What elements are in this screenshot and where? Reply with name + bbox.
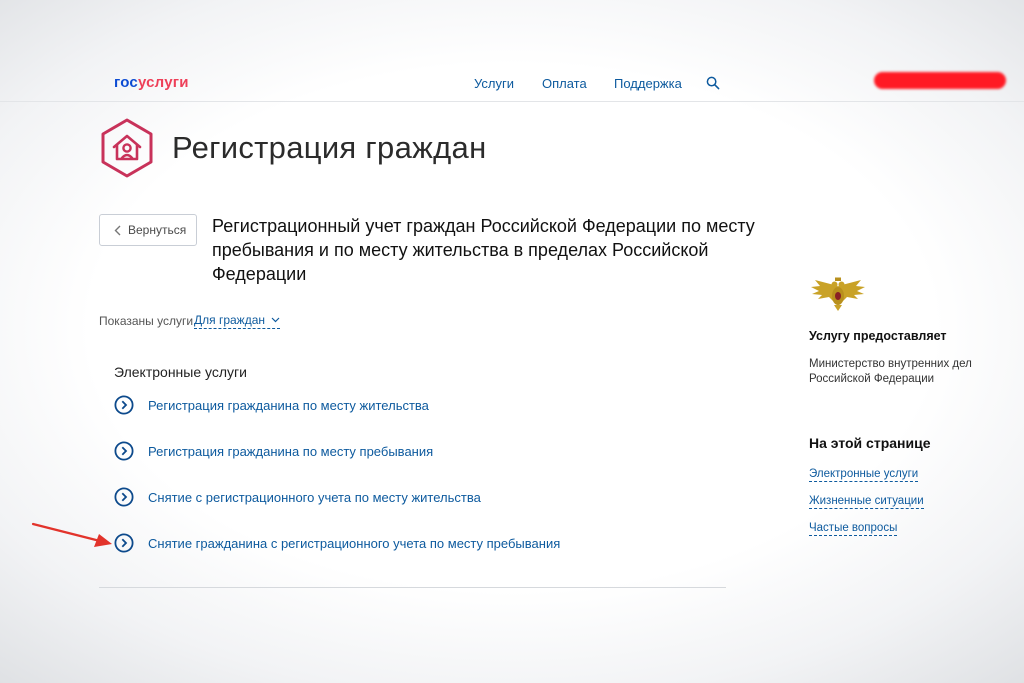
filter-value: Для граждан xyxy=(194,313,266,327)
nav-payment[interactable]: Оплата xyxy=(542,76,587,91)
onpage-link-faq[interactable]: Частые вопросы xyxy=(809,522,898,536)
back-button-label: Вернуться xyxy=(128,223,187,237)
service-link-4[interactable]: Снятие гражданина с регистрационного уче… xyxy=(114,533,560,553)
chevron-left-icon xyxy=(114,225,121,235)
electronic-services-heading: Электронные услуги xyxy=(114,364,247,380)
house-person-icon xyxy=(101,118,153,178)
service-link-label: Регистрация гражданина по месту пребыван… xyxy=(148,443,434,459)
logo-part-uslugi: услуги xyxy=(137,74,189,91)
filter-label: Показаны услуги xyxy=(99,314,194,328)
onpage-link-electronic-services[interactable]: Электронные услуги xyxy=(809,468,919,482)
service-link-label: Снятие гражданина с регистрационного уче… xyxy=(148,535,561,551)
on-this-page-heading: На этой странице xyxy=(809,435,931,451)
circle-arrow-icon xyxy=(114,395,134,415)
back-button[interactable]: Вернуться xyxy=(99,214,197,246)
provider-heading: Услугу предоставляет xyxy=(809,329,947,343)
service-link-label: Регистрация гражданина по месту жительст… xyxy=(148,397,429,413)
onpage-link-life-situations[interactable]: Жизненные ситуации xyxy=(809,495,924,509)
service-link-3[interactable]: Снятие с регистрационного учета по месту… xyxy=(114,487,481,507)
audience-filter-dropdown[interactable]: Для граждан xyxy=(194,313,281,329)
circle-arrow-icon xyxy=(114,441,134,461)
service-link-1[interactable]: Регистрация гражданина по месту жительст… xyxy=(114,395,429,415)
page-title: Регистрация граждан xyxy=(172,130,487,165)
service-link-2[interactable]: Регистрация гражданина по месту пребыван… xyxy=(114,441,433,461)
header-divider xyxy=(0,101,1024,102)
service-link-label: Снятие с регистрационного учета по месту… xyxy=(148,489,481,505)
nav-services[interactable]: Услуги xyxy=(474,76,514,91)
gosuslugi-logo[interactable]: госуслуги xyxy=(114,74,189,91)
user-account-redacted[interactable] xyxy=(874,72,1006,89)
red-arrow-icon xyxy=(31,522,112,547)
nav-support[interactable]: Поддержка xyxy=(614,76,682,91)
provider-name: Министерство внутренних дел Российской Ф… xyxy=(809,358,972,385)
chevron-down-icon xyxy=(271,317,280,323)
emblem-icon xyxy=(811,277,865,311)
logo-part-gos: гос xyxy=(114,74,138,91)
circle-arrow-icon xyxy=(114,533,134,553)
circle-arrow-icon xyxy=(114,487,134,507)
section-divider xyxy=(99,587,726,588)
service-title: Регистрационный учет граждан Российской … xyxy=(212,216,755,284)
search-icon[interactable] xyxy=(706,76,720,90)
